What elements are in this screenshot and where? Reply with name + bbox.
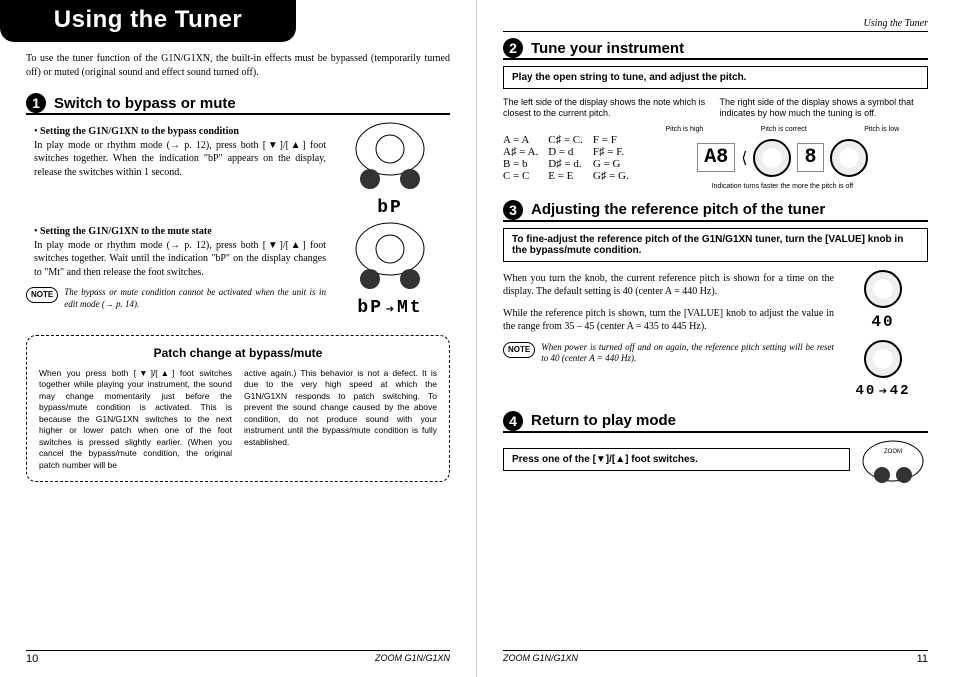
tuner-seg-center: A8 bbox=[697, 143, 735, 172]
svg-text:ZOOM: ZOOM bbox=[884, 449, 902, 455]
step-2-number: 2 bbox=[503, 38, 523, 58]
step-3-heading: 3 Adjusting the reference pitch of the t… bbox=[503, 200, 928, 222]
step-2-title: Tune your instrument bbox=[531, 40, 684, 57]
model-label-right: ZOOM G1N/G1XN bbox=[503, 653, 578, 665]
step-1-title: Switch to bypass or mute bbox=[54, 95, 236, 112]
step-1-mute-block: • Setting the G1N/G1XN to the mute state… bbox=[26, 221, 450, 321]
step-4-title: Return to play mode bbox=[531, 412, 676, 429]
step-3-title: Adjusting the reference pitch of the tun… bbox=[531, 201, 825, 218]
bypass-heading: Setting the G1N/G1XN to the bypass condi… bbox=[40, 126, 239, 137]
seg-bp-2: bP bbox=[357, 298, 383, 318]
mute-body: In play mode or rhythm mode (→ p. 12), p… bbox=[34, 240, 326, 278]
footswitch-icon: ZOOM bbox=[858, 439, 928, 485]
step-1-number: 1 bbox=[26, 93, 46, 113]
running-head: Using the Tuner bbox=[503, 18, 928, 32]
page-11: Using the Tuner 2 Tune your instrument P… bbox=[477, 0, 954, 677]
step-3-number: 3 bbox=[503, 200, 523, 220]
pitch-correct-label: Pitch is correct bbox=[761, 126, 807, 133]
step-2-heading: 2 Tune your instrument bbox=[503, 38, 928, 60]
tuner-knob-icon bbox=[753, 139, 791, 177]
bypass-body: In play mode or rhythm mode (→ p. 12), p… bbox=[34, 140, 326, 178]
intro-text: To use the tuner function of the G1N/G1X… bbox=[26, 52, 450, 79]
note-lookup-table: A = AC♯ = C.F = F A♯ = A.D = dF♯ = F. B … bbox=[503, 134, 629, 182]
step-3-p1: When you turn the knob, the current refe… bbox=[503, 272, 834, 299]
step-2-inset: Play the open string to tune, and adjust… bbox=[503, 66, 928, 89]
patch-change-col2: active again.) This behavior is not a de… bbox=[244, 368, 437, 471]
patch-change-box: Patch change at bypass/mute When you pre… bbox=[26, 335, 450, 482]
model-label-left: ZOOM G1N/G1XN bbox=[375, 653, 450, 665]
step-3-inset: To fine-adjust the reference pitch of th… bbox=[503, 228, 928, 262]
step-3-note: NOTE When power is turned off and on aga… bbox=[503, 342, 834, 365]
step-4-inset: Press one of the [▼]/[▲] foot switches. bbox=[503, 448, 850, 471]
footer-right: ZOOM G1N/G1XN 11 bbox=[503, 650, 928, 665]
page-number-left: 10 bbox=[26, 653, 38, 665]
note-icon-2: NOTE bbox=[503, 342, 535, 358]
pitch-low-label: Pitch is low bbox=[864, 126, 899, 133]
seg-40-b: 40 bbox=[855, 383, 876, 399]
note-text-3: When power is turned off and on again, t… bbox=[541, 342, 834, 365]
patch-change-col1: When you press both [▼]/[▲] foot switche… bbox=[39, 368, 232, 471]
tuner-knob-icon-2 bbox=[830, 139, 868, 177]
step-1-heading: 1 Switch to bypass or mute bbox=[26, 93, 450, 115]
footer-left: 10 ZOOM G1N/G1XN bbox=[26, 650, 450, 665]
tuner-display: A8 ⟨ 8 bbox=[637, 139, 928, 177]
arrow-icon-2: ➔ bbox=[879, 386, 887, 397]
patch-change-title: Patch change at bypass/mute bbox=[39, 346, 437, 360]
value-knob-icon bbox=[864, 270, 902, 308]
seg-mt: Mt bbox=[397, 298, 423, 318]
pitch-caption-right: The right side of the display shows a sy… bbox=[720, 97, 929, 120]
indication-caption: Indication turns faster the more the pit… bbox=[637, 183, 928, 190]
arrow-icon: ➔ bbox=[386, 304, 397, 315]
pitch-caption-left: The left side of the display shows the n… bbox=[503, 97, 712, 120]
note-text-1: The bypass or mute condition cannot be a… bbox=[64, 287, 326, 310]
step-4-heading: 4 Return to play mode bbox=[503, 411, 928, 433]
seg-42: 42 bbox=[890, 383, 911, 399]
mute-diagram: bP ➔ Mt bbox=[330, 221, 450, 321]
value-knob-diagrams: 40 40 ➔ 42 bbox=[838, 270, 928, 401]
step-3-p2: While the reference pitch is shown, turn… bbox=[503, 307, 834, 334]
page-title-banner: Using the Tuner bbox=[0, 0, 296, 42]
seg-40-a: 40 bbox=[838, 312, 928, 334]
note-icon: NOTE bbox=[26, 287, 58, 303]
step-1-bypass-block: • Setting the G1N/G1XN to the bypass con… bbox=[26, 121, 450, 221]
page-number-right: 11 bbox=[917, 653, 928, 665]
value-knob-icon-2 bbox=[864, 340, 902, 378]
bypass-diagram: bP bbox=[330, 121, 450, 221]
mute-heading: Setting the G1N/G1XN to the mute state bbox=[40, 226, 212, 237]
seg-bp: bP bbox=[377, 198, 403, 218]
step-4-number: 4 bbox=[503, 411, 523, 431]
pitch-high-label: Pitch is high bbox=[665, 126, 703, 133]
page-10: Using the Tuner To use the tuner functio… bbox=[0, 0, 477, 677]
step-1-note: NOTE The bypass or mute condition cannot… bbox=[26, 287, 326, 310]
